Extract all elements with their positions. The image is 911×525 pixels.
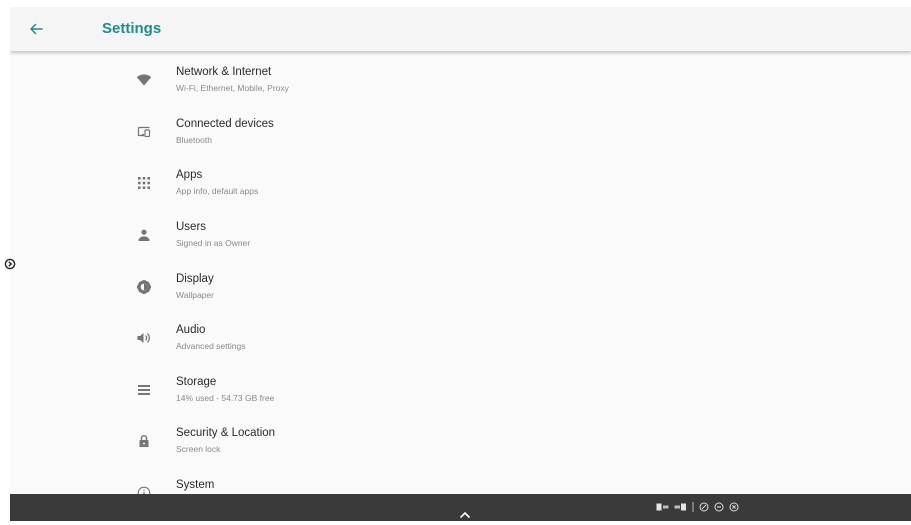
devices-icon [134,122,154,142]
person-icon [134,225,154,245]
settings-item-title: System [176,479,215,491]
settings-item-title: Network & Internet [176,66,272,78]
settings-item-security[interactable]: Security & Location Screen lock [10,419,911,470]
settings-item-display[interactable]: Display Wallpaper [10,265,911,316]
settings-item-title: Connected devices [176,118,274,130]
settings-item-title: Apps [176,169,203,181]
settings-item-summary: Signed in as Owner [176,238,251,248]
settings-item-network[interactable]: Network & Internet Wi-Fi, Ethernet, Mobi… [10,58,911,109]
settings-item-title: Security & Location [176,427,276,439]
settings-item-title: Display [176,273,214,285]
storage-icon [134,380,154,400]
settings-item-summary: 14% used - 54.73 GB free [176,393,275,403]
settings-item-summary: Bluetooth [176,135,212,145]
window-right-icon[interactable] [674,503,687,511]
page-title: Settings [102,20,162,37]
settings-item-title: Audio [176,324,206,336]
settings-item-summary: Advanced settings [176,341,246,351]
expand-button[interactable] [457,507,473,519]
app-bar: Settings [10,7,911,51]
settings-item-summary: Wi-Fi, Ethernet, Mobile, Proxy [176,83,289,93]
settings-item-title: Storage [176,376,217,388]
back-button[interactable] [24,17,48,41]
lock-icon [134,431,154,451]
settings-screen: Settings Network & Internet Wi-Fi, Ether… [10,7,911,521]
side-panel-handle[interactable] [4,257,16,270]
settings-item-connected-devices[interactable]: Connected devices Bluetooth [10,110,911,161]
close-circle-icon[interactable] [729,502,739,512]
settings-item-audio[interactable]: Audio Advanced settings [10,316,911,367]
apps-grid-icon [134,173,154,193]
divider-icon [692,502,694,512]
minimize-icon[interactable] [714,502,724,512]
window-left-icon[interactable] [656,503,669,511]
volume-icon [134,328,154,348]
arrow-back-icon [30,23,43,35]
settings-list: Network & Internet Wi-Fi, Ethernet, Mobi… [10,51,911,494]
settings-item-users[interactable]: Users Signed in as Owner [10,213,911,264]
settings-item-title: Users [176,221,207,233]
settings-item-apps[interactable]: Apps App info, default apps [10,161,911,212]
chevron-up-icon [459,511,471,519]
wifi-icon [134,70,154,90]
brightness-icon [134,277,154,297]
settings-item-storage[interactable]: Storage 14% used - 54.73 GB free [10,368,911,419]
settings-item-summary: Wallpaper [176,290,214,300]
system-tray [656,501,739,513]
chevron-right-icon [4,258,16,270]
settings-item-system[interactable]: System [10,471,911,494]
settings-item-summary: App info, default apps [176,186,259,196]
navigation-bar [10,494,911,521]
info-icon [134,483,154,494]
settings-item-summary: Screen lock [176,444,221,454]
screenshot-icon[interactable] [699,502,709,512]
